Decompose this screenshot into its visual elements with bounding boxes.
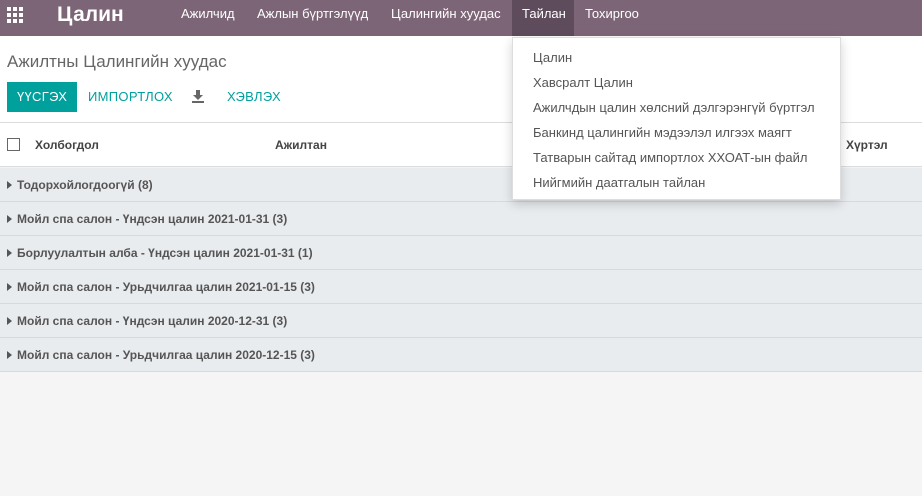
print-button[interactable]: ХЭВЛЭХ: [227, 82, 281, 112]
group-row[interactable]: Мойл спа салон - Үндсэн цалин 2021-01-31…: [0, 202, 922, 236]
create-button[interactable]: ҮҮСГЭХ: [7, 82, 78, 112]
select-all-checkbox[interactable]: [7, 138, 20, 151]
caret-right-icon: [7, 249, 12, 257]
group-label: Мойл спа салон - Урьдчилгаа цалин 2021-0…: [17, 280, 315, 294]
list-empty-area: [0, 372, 922, 496]
menu-item-social-insurance-report[interactable]: Нийгмийн даатгалын тайлан: [533, 175, 705, 190]
group-row[interactable]: Борлуулалтын алба - Үндсэн цалин 2021-01…: [0, 236, 922, 270]
column-to[interactable]: Хүртэл: [846, 138, 888, 152]
caret-right-icon: [7, 351, 12, 359]
column-contact[interactable]: Холбогдол: [35, 138, 99, 152]
top-navbar: Цалин Ажилчид Ажлын бүртгэлүүд Цалингийн…: [0, 0, 922, 36]
menu-item-payroll-attachment[interactable]: Хавсралт Цалин: [533, 75, 633, 90]
column-employee[interactable]: Ажилтан: [275, 138, 327, 152]
import-button[interactable]: ИМПОРТЛОХ: [88, 82, 173, 112]
caret-right-icon: [7, 215, 12, 223]
nav-configuration[interactable]: Тохиргоо: [577, 0, 647, 36]
app-title: Цалин: [57, 3, 124, 26]
group-label: Борлуулалтын алба - Үндсэн цалин 2021-01…: [17, 246, 313, 260]
group-row[interactable]: Мойл спа салон - Урьдчилгаа цалин 2021-0…: [0, 270, 922, 304]
reports-dropdown-menu: Цалин Хавсралт Цалин Ажилчдын цалин хөлс…: [512, 37, 841, 200]
menu-item-detailed-salary-register[interactable]: Ажилчдын цалин хөлсний дэлгэрэнгүй бүртг…: [533, 100, 815, 115]
group-label: Мойл спа салон - Урьдчилгаа цалин 2020-1…: [17, 348, 315, 362]
group-label: Мойл спа салон - Үндсэн цалин 2020-12-31…: [17, 314, 288, 328]
group-row[interactable]: Мойл спа салон - Урьдчилгаа цалин 2020-1…: [0, 338, 922, 372]
download-icon[interactable]: [191, 89, 205, 103]
nav-employees[interactable]: Ажилчид: [173, 0, 243, 36]
caret-right-icon: [7, 181, 12, 189]
group-label: Тодорхойлогдоогүй (8): [17, 178, 153, 192]
group-row[interactable]: Мойл спа салон - Үндсэн цалин 2020-12-31…: [0, 304, 922, 338]
group-label: Мойл спа салон - Үндсэн цалин 2021-01-31…: [17, 212, 288, 226]
caret-right-icon: [7, 283, 12, 291]
nav-payslips[interactable]: Цалингийн хуудас: [383, 0, 509, 36]
menu-item-tax-import-file[interactable]: Татварын сайтад импортлох ХХОАТ-ын файл: [533, 150, 807, 165]
breadcrumb: Ажилтны Цалингийн хуудас: [7, 52, 227, 71]
apps-menu-icon[interactable]: [7, 7, 25, 25]
menu-item-bank-salary-form[interactable]: Банкинд цалингийн мэдээлэл илгээх маягт: [533, 125, 792, 140]
caret-right-icon: [7, 317, 12, 325]
nav-reports[interactable]: Тайлан: [512, 0, 574, 36]
menu-item-payroll[interactable]: Цалин: [533, 50, 572, 65]
nav-timesheets[interactable]: Ажлын бүртгэлүүд: [249, 0, 376, 36]
